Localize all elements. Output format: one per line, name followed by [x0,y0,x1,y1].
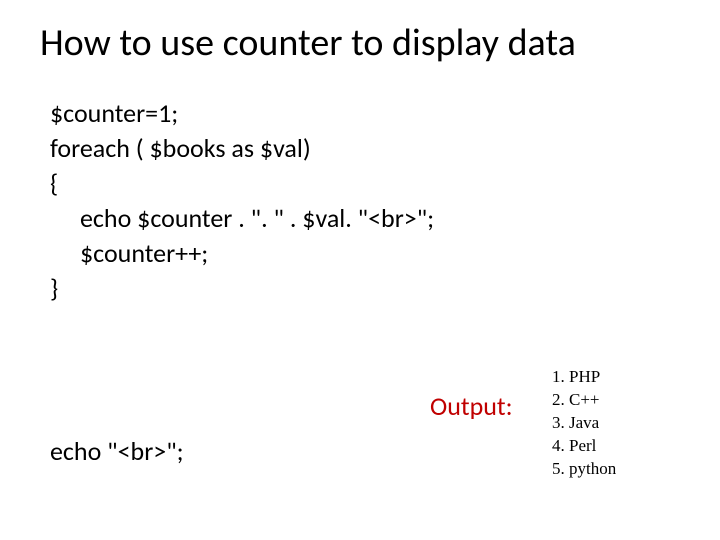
code-block: $counter=1; foreach ( $books as $val) { … [0,76,720,307]
output-label: Output: [430,390,513,422]
code-line: echo $counter . ". " . $val. "<br>"; [50,201,720,236]
output-item: 1. PHP [552,366,616,389]
code-line: $counter=1; [50,96,720,131]
output-item: 5. python [552,458,616,481]
slide-title: How to use counter to display data [0,0,720,76]
output-list: 1. PHP 2. C++ 3. Java 4. Perl 5. python [552,366,616,481]
code-line: foreach ( $books as $val) [50,131,720,166]
code-line-final: echo "<br>"; [50,435,184,467]
output-item: 3. Java [552,412,616,435]
code-line: { [50,166,720,201]
code-line: $counter++; [50,236,720,271]
code-line: } [50,271,720,306]
output-item: 4. Perl [552,435,616,458]
output-item: 2. C++ [552,389,616,412]
